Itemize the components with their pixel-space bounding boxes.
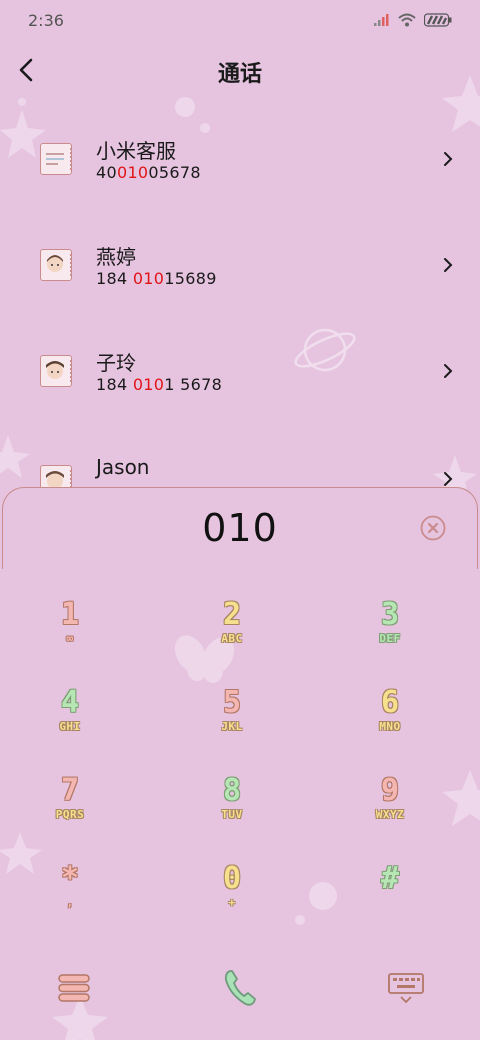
contact-name: 燕婷 (96, 245, 136, 269)
avatar-icon (46, 471, 64, 488)
notebook-icon (46, 153, 64, 165)
chevron-right-icon (444, 472, 453, 486)
key-hash[interactable]: # (335, 862, 445, 942)
keypad: 1 ∞ 2 ABC 3 DEF 4 GHI 5 JKL 6 MNO 7 PQRS… (0, 580, 480, 930)
voicemail-icon: ∞ (66, 632, 74, 645)
key-digit: # (380, 861, 400, 896)
contact-list: 小米客服 4001005678 燕婷 184 01015689 子玲 184 0… (0, 105, 480, 488)
key-digit: 1 (60, 597, 80, 632)
dial-display: 010 (2, 487, 478, 569)
key-letters: GHI (59, 720, 81, 733)
chevron-right-icon (444, 152, 453, 166)
key-digit: 2 (222, 597, 242, 632)
contact-row[interactable]: 燕婷 184 01015689 (0, 211, 480, 317)
wifi-icon (398, 13, 416, 27)
contact-name: Jason (96, 455, 150, 479)
key-4[interactable]: 4 GHI (15, 686, 125, 766)
contact-avatar (40, 249, 72, 281)
key-letters: , (66, 896, 74, 909)
contact-name: 小米客服 (96, 139, 176, 163)
key-letters: PQRS (55, 808, 85, 821)
bottom-bar (0, 960, 480, 1020)
key-letters: TUV (221, 808, 243, 821)
key-0[interactable]: 0 + (177, 862, 287, 942)
menu-button[interactable] (50, 964, 98, 1012)
key-digit: * (60, 861, 80, 896)
contact-avatar (40, 465, 72, 488)
contact-row[interactable]: Jason (0, 423, 480, 488)
key-letters: MNO (379, 720, 401, 733)
key-digit: 0 (222, 861, 242, 896)
keyboard-icon (388, 973, 424, 1004)
key-9[interactable]: 9 WXYZ (335, 774, 445, 854)
key-8[interactable]: 8 TUV (177, 774, 287, 854)
key-1[interactable]: 1 ∞ (15, 598, 125, 678)
key-digit: 7 (60, 773, 80, 808)
status-bar: 2:36 (0, 0, 480, 40)
key-digit: 9 (380, 773, 400, 808)
key-letters: + (228, 896, 236, 909)
status-time: 2:36 (28, 10, 64, 30)
keyboard-toggle-button[interactable] (382, 964, 430, 1012)
clear-icon[interactable] (419, 514, 447, 542)
key-star[interactable]: * , (15, 862, 125, 942)
contact-number: 4001005678 (96, 163, 201, 182)
key-digit: 4 (60, 685, 80, 720)
key-5[interactable]: 5 JKL (177, 686, 287, 766)
key-3[interactable]: 3 DEF (335, 598, 445, 678)
key-letters: ABC (221, 632, 243, 645)
key-letters: WXYZ (375, 808, 405, 821)
status-icons (374, 13, 452, 27)
battery-icon (424, 13, 452, 27)
contact-name: 子玲 (96, 351, 136, 375)
contact-number: 184 0101 5678 (96, 375, 223, 394)
call-button[interactable] (216, 964, 264, 1012)
key-6[interactable]: 6 MNO (335, 686, 445, 766)
call-icon (224, 970, 256, 1006)
chevron-right-icon (444, 364, 453, 378)
boy-avatar-icon (46, 361, 64, 379)
header: 通话 (0, 48, 480, 92)
contact-row[interactable]: 小米客服 4001005678 (0, 105, 480, 211)
key-digit: 8 (222, 773, 242, 808)
key-digit: 5 (222, 685, 242, 720)
key-letters: DEF (379, 632, 401, 645)
contact-row[interactable]: 子玲 184 0101 5678 (0, 317, 480, 423)
contact-avatar (40, 355, 72, 387)
menu-icon (58, 974, 90, 1002)
chevron-right-icon (444, 258, 453, 272)
key-2[interactable]: 2 ABC (177, 598, 287, 678)
contact-avatar (40, 143, 72, 175)
girl-avatar-icon (47, 255, 63, 272)
dialed-number: 010 (202, 506, 278, 550)
key-letters: JKL (221, 720, 243, 733)
key-digit: 6 (380, 685, 400, 720)
key-7[interactable]: 7 PQRS (15, 774, 125, 854)
key-digit: 3 (380, 597, 400, 632)
page-title: 通话 (217, 62, 262, 87)
signal-icon (374, 14, 389, 26)
contact-number: 184 01015689 (96, 269, 217, 288)
